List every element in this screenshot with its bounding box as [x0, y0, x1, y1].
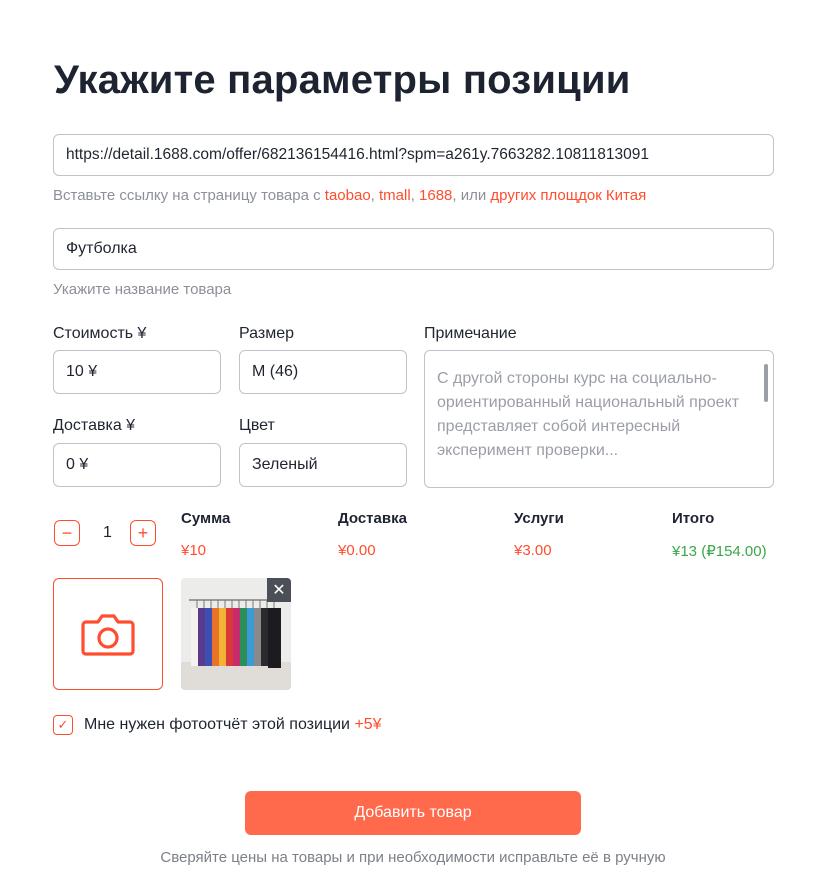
- delivery-value: 0 ¥: [66, 456, 89, 473]
- product-link-input[interactable]: https://detail.1688.com/offer/6821361544…: [53, 134, 774, 176]
- product-name-value: Футболка: [66, 240, 137, 257]
- note-label: Примечание: [424, 325, 517, 342]
- note-textarea[interactable]: С другой стороны курс на социально-ориен…: [424, 350, 774, 488]
- camera-icon: [81, 614, 135, 656]
- summary-services-title: Услуги: [514, 510, 564, 527]
- size-value: M (46): [252, 363, 299, 380]
- summary-services-value: ¥3.00: [514, 542, 552, 559]
- quantity-decrease-button[interactable]: −: [54, 520, 80, 546]
- note-scrollbar[interactable]: [764, 364, 768, 402]
- product-photo-thumbnail[interactable]: ✕: [181, 578, 291, 690]
- other-platforms-link[interactable]: других площдок Китая: [490, 187, 646, 204]
- tmall-link[interactable]: tmall: [379, 187, 411, 204]
- photo-report-checkbox[interactable]: ✓: [53, 715, 73, 735]
- product-link-hint: Вставьте ссылку на страницу товара с tao…: [53, 187, 647, 204]
- summary-total-value: ¥13 (₽154.00): [672, 543, 767, 560]
- add-product-button[interactable]: Добавить товар: [245, 791, 581, 835]
- cost-input[interactable]: 10 ¥: [53, 350, 221, 394]
- product-link-value: https://detail.1688.com/offer/6821361544…: [66, 146, 649, 163]
- cost-value: 10 ¥: [66, 363, 98, 380]
- color-input[interactable]: Зеленый: [239, 443, 407, 487]
- product-name-hint: Укажите название товара: [53, 281, 232, 298]
- summary-delivery-title: Доставка: [338, 510, 407, 527]
- page-title: Укажите параметры позиции: [54, 58, 631, 102]
- quantity-value: 1: [103, 524, 112, 541]
- note-value: С другой стороны курс на социально-ориен…: [437, 370, 740, 459]
- cost-label: Стоимость ¥: [53, 325, 147, 342]
- delivery-input[interactable]: 0 ¥: [53, 443, 221, 487]
- upload-photo-button[interactable]: [53, 578, 163, 690]
- 1688-link[interactable]: 1688: [419, 187, 452, 204]
- size-label: Размер: [239, 325, 294, 342]
- photo-report-price: +5¥: [354, 716, 382, 733]
- photo-report-label: Мне нужен фотоотчёт этой позиции +5¥: [84, 716, 382, 733]
- taobao-link[interactable]: taobao: [325, 187, 371, 204]
- size-input[interactable]: M (46): [239, 350, 407, 394]
- delivery-label: Доставка ¥: [53, 417, 136, 434]
- summary-delivery-value: ¥0.00: [338, 542, 376, 559]
- quantity-increase-button[interactable]: +: [130, 520, 156, 546]
- product-name-input[interactable]: Футболка: [53, 228, 774, 270]
- summary-total-title: Итого: [672, 510, 715, 527]
- summary-sum-title: Сумма: [181, 510, 231, 527]
- color-value: Зеленый: [252, 456, 318, 473]
- summary-sum-value: ¥10: [181, 542, 207, 559]
- close-icon[interactable]: ✕: [267, 578, 291, 602]
- footer-note: Сверяйте цены на товары и при необходимо…: [160, 849, 666, 866]
- color-label: Цвет: [239, 417, 275, 434]
